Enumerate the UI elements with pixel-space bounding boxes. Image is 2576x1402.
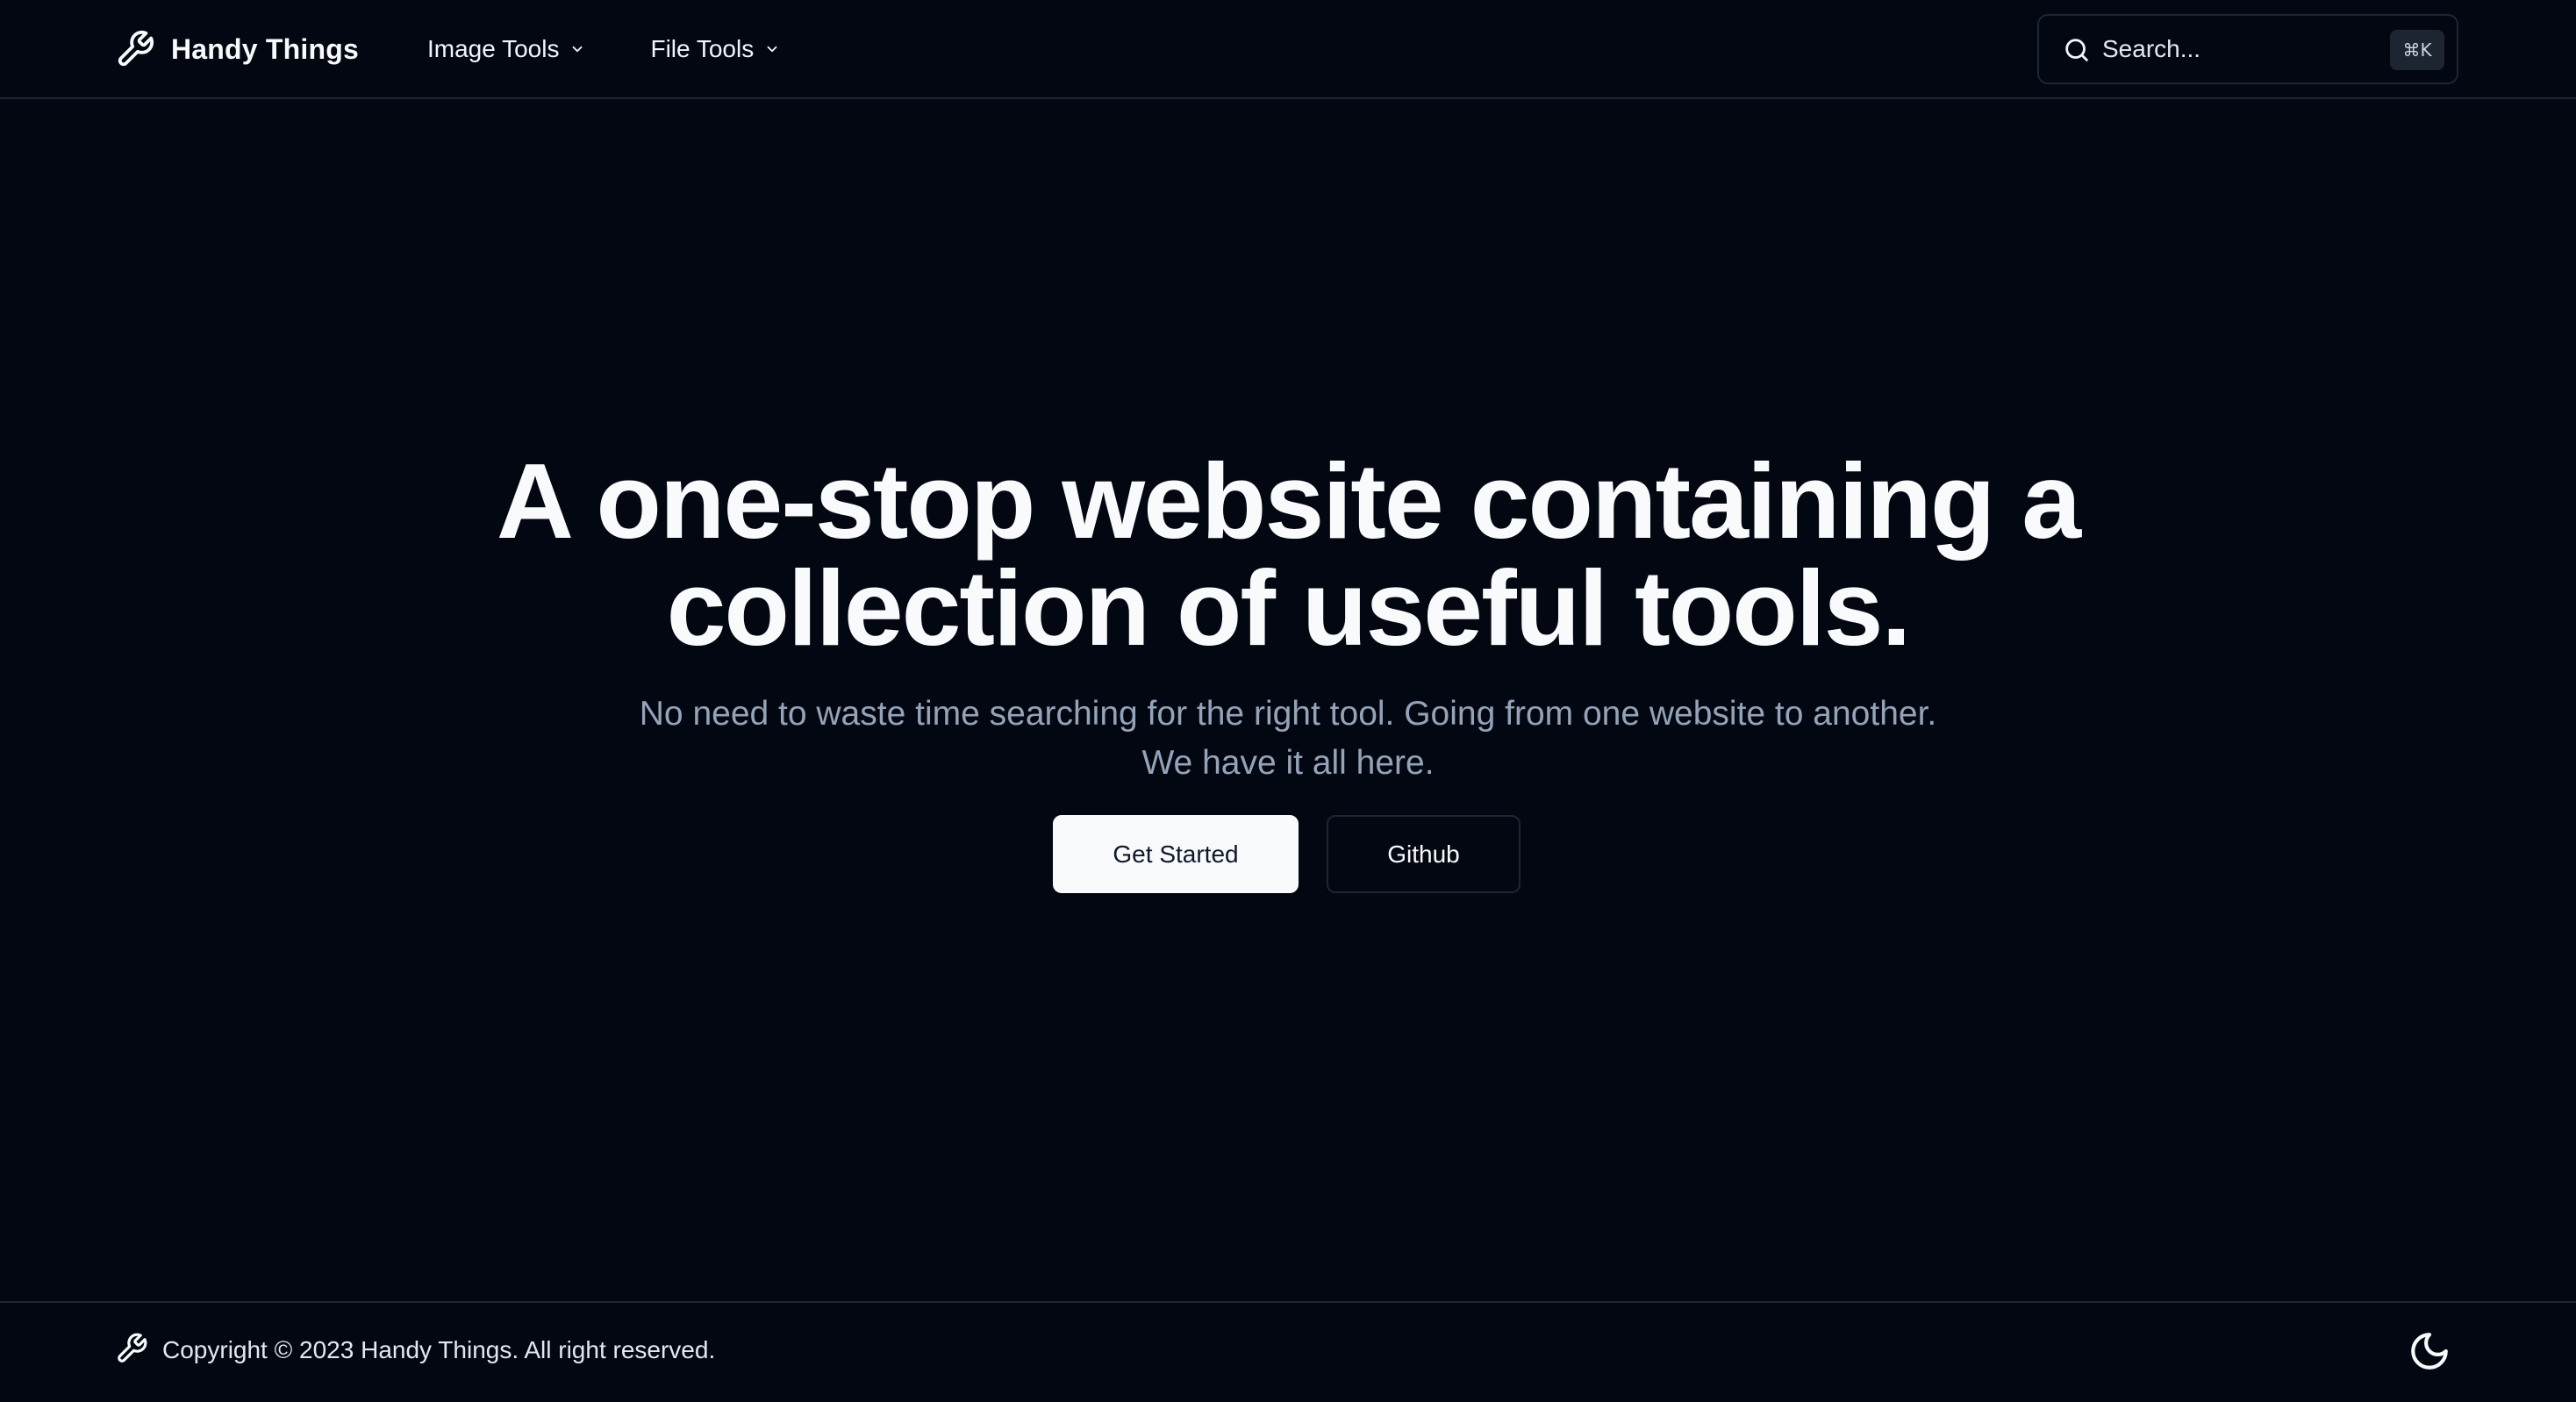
wrench-icon	[115, 1332, 148, 1370]
hero-subtitle: No need to waste time searching for the …	[639, 695, 1937, 782]
nav-item-label: File Tools	[650, 35, 755, 62]
brand-name: Handy Things	[171, 32, 359, 65]
search-input[interactable]: Search... ⌘K	[2037, 14, 2458, 84]
nav-image-tools[interactable]: Image Tools	[427, 35, 585, 63]
wrench-icon	[115, 29, 155, 69]
keyboard-shortcut-badge: ⌘K	[2390, 30, 2444, 70]
copyright-text: Copyright © 2023 Handy Things. All right…	[162, 1336, 716, 1363]
hero-title-line-1: A one-stop website containing a	[496, 441, 2081, 561]
chevron-down-icon	[764, 41, 780, 57]
brand-link[interactable]: Handy Things	[115, 26, 359, 72]
moon-icon	[2408, 1333, 2451, 1377]
nav-item-label: Image Tools	[427, 35, 560, 62]
theme-toggle-button[interactable]	[2408, 1329, 2451, 1373]
footer-copyright: Copyright © 2023 Handy Things. All right…	[115, 1331, 715, 1370]
chevron-down-icon	[569, 41, 585, 57]
main-nav: Image Tools File Tools	[427, 26, 845, 72]
site-header: Handy Things Image Tools File Tools Sear…	[0, 0, 2576, 99]
search-placeholder: Search...	[2102, 35, 2201, 62]
hero-title-line-2: collection of useful tools.	[666, 548, 1912, 668]
site-footer: Copyright © 2023 Handy Things. All right…	[0, 1301, 2576, 1402]
github-button[interactable]: Github	[1327, 815, 1521, 893]
get-started-button[interactable]: Get Started	[1053, 815, 1299, 893]
nav-file-tools[interactable]: File Tools	[650, 35, 780, 63]
search-icon	[2062, 35, 2092, 69]
hero-title: A one-stop website containing a collecti…	[323, 447, 2253, 662]
